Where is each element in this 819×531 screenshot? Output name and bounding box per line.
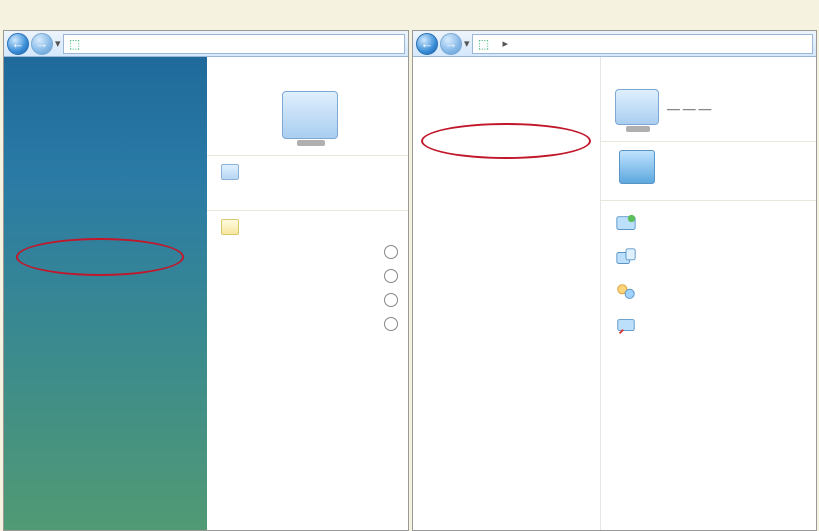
- divider: [207, 210, 408, 211]
- connect-icon: [615, 247, 637, 269]
- row-public-folders[interactable]: [221, 293, 398, 307]
- setting-connect[interactable]: [615, 247, 808, 269]
- dropdown-icon[interactable]: ▾: [464, 37, 470, 50]
- connector-icon: ───: [667, 99, 714, 120]
- troubleshoot-icon: [615, 315, 637, 337]
- expand-icon[interactable]: [384, 317, 398, 331]
- address-bar[interactable]: ⬚: [63, 34, 405, 54]
- network-section[interactable]: [221, 164, 398, 180]
- homegroup-icon: [615, 281, 637, 303]
- row-file-sharing[interactable]: [221, 269, 398, 283]
- row-discovery[interactable]: [221, 245, 398, 259]
- sidebar-footer: [425, 510, 595, 518]
- divider: [601, 141, 816, 142]
- main-win7: ───: [601, 57, 816, 530]
- network-icon: ⬚: [68, 37, 82, 51]
- divider: [207, 155, 408, 156]
- folder-icon: [221, 219, 239, 235]
- sidebar-win7: [413, 57, 601, 530]
- back-button[interactable]: ←: [7, 33, 29, 55]
- address-bar[interactable]: ⬚ ▸: [472, 34, 813, 54]
- sharing-section[interactable]: [221, 219, 398, 235]
- expand-icon[interactable]: [384, 269, 398, 283]
- computer-block: [221, 91, 398, 139]
- divider: [601, 200, 816, 201]
- setup-icon: [615, 213, 637, 235]
- navbar-vista: ← → ▾ ⬚: [4, 31, 408, 57]
- network-card[interactable]: [619, 150, 808, 184]
- forward-button[interactable]: →: [440, 33, 462, 55]
- setting-new-connection[interactable]: [615, 213, 808, 235]
- setting-troubleshoot[interactable]: [615, 315, 808, 337]
- computer-icon: [282, 91, 338, 139]
- dropdown-icon[interactable]: ▾: [55, 37, 61, 50]
- setting-homegroup[interactable]: [615, 281, 808, 303]
- window-win7: ← → ▾ ⬚ ▸: [412, 30, 817, 531]
- window-vista: ← → ▾ ⬚: [3, 30, 409, 531]
- chevron-right-icon: ▸: [503, 37, 509, 50]
- expand-icon[interactable]: [384, 245, 398, 259]
- computer-icon: [615, 89, 659, 125]
- expand-icon[interactable]: [384, 293, 398, 307]
- network-icon: ⬚: [477, 37, 491, 51]
- computer-block: [615, 89, 659, 129]
- network-card-icon: [619, 150, 655, 184]
- forward-button[interactable]: →: [31, 33, 53, 55]
- back-button[interactable]: ←: [416, 33, 438, 55]
- sidebar-vista: [4, 57, 207, 530]
- network-mini-icon: [221, 164, 239, 180]
- navbar-win7: ← → ▾ ⬚ ▸: [413, 31, 816, 57]
- main-vista: [207, 57, 408, 530]
- row-printers[interactable]: [221, 317, 398, 331]
